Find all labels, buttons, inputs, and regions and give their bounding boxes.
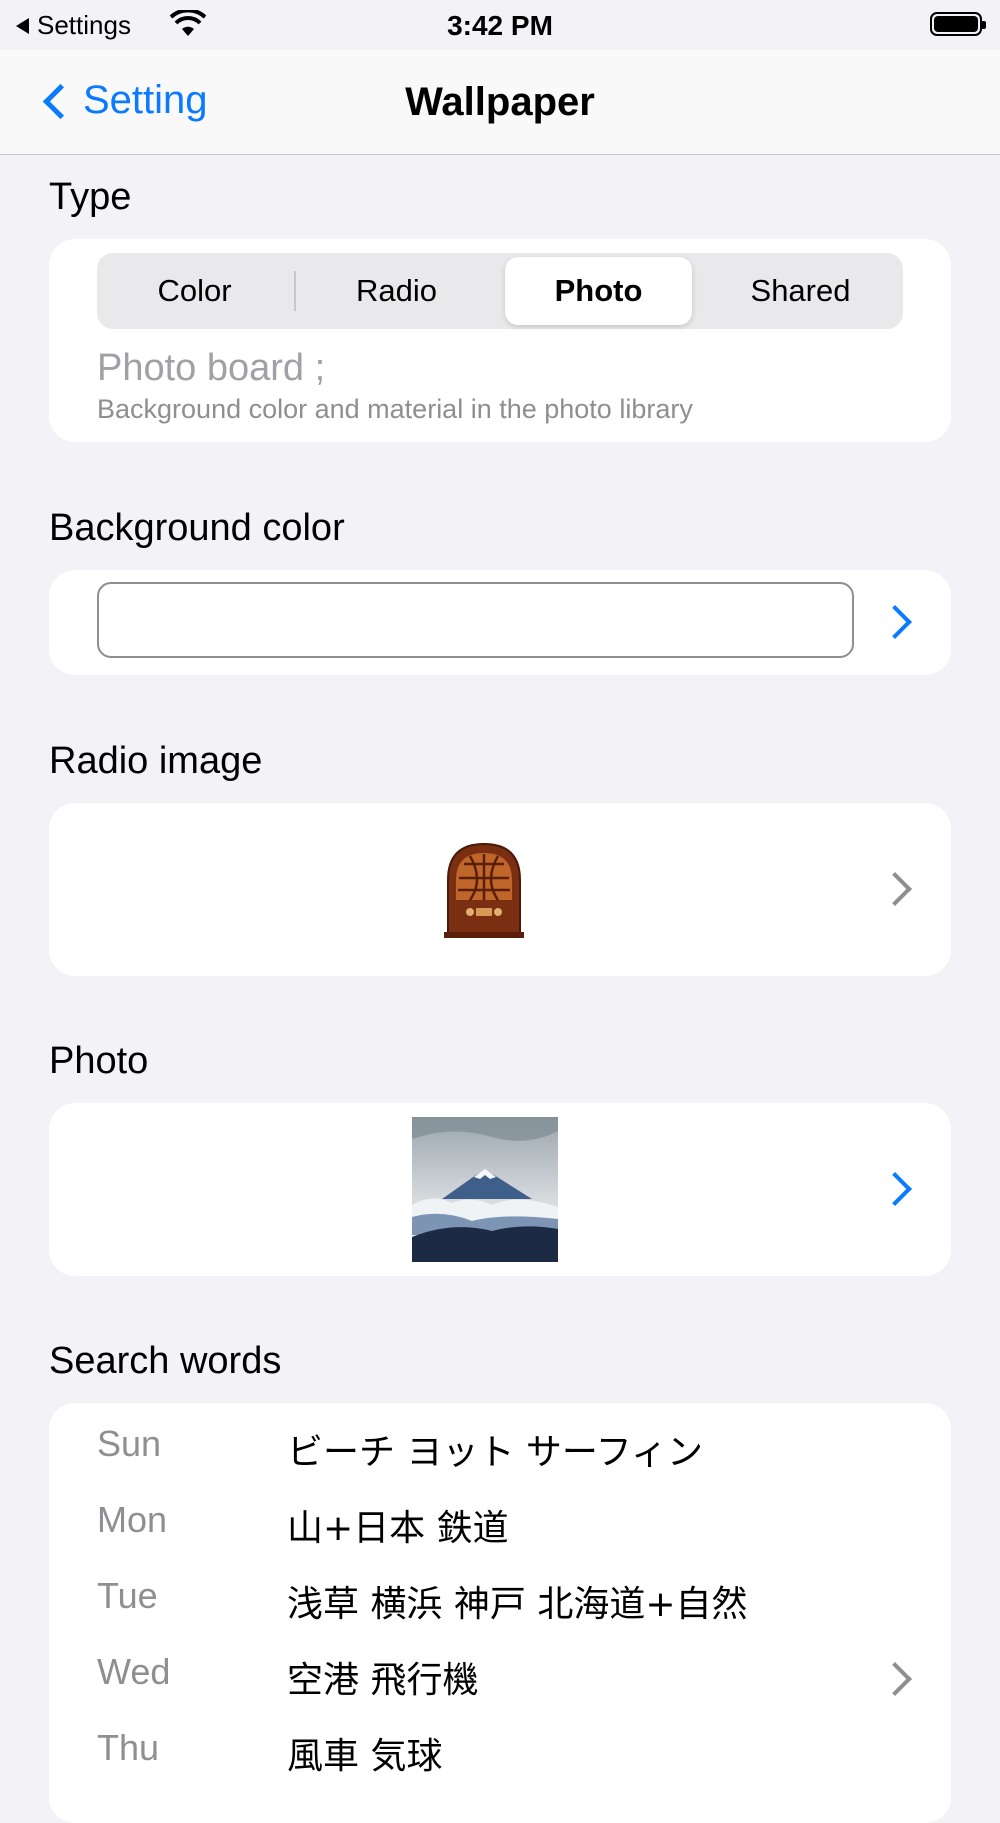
list-item: Thu 風車 気球 bbox=[97, 1727, 917, 1787]
background-color-row[interactable] bbox=[49, 570, 951, 675]
type-card: Color Radio Photo Shared Photo board ; B… bbox=[49, 239, 951, 442]
type-segmented-control: Color Radio Photo Shared bbox=[97, 253, 903, 329]
photo-section-title: Photo bbox=[49, 1040, 149, 1082]
navigation-bar: Setting Wallpaper bbox=[0, 50, 1000, 155]
list-item: Sun ビーチ ヨット サーフィン bbox=[97, 1423, 917, 1483]
search-words-text: 空港 飛行機 bbox=[287, 1660, 479, 1701]
photo-thumbnail bbox=[412, 1117, 558, 1262]
day-label: Tue bbox=[97, 1575, 158, 1616]
type-section-title: Type bbox=[49, 176, 132, 218]
list-item: Wed 空港 飛行機 bbox=[97, 1651, 917, 1711]
type-description-subtitle: Background color and material in the pho… bbox=[97, 394, 693, 424]
search-words-text: ビーチ ヨット サーフィン bbox=[287, 1432, 704, 1473]
chevron-right-icon bbox=[878, 605, 912, 639]
segment-photo[interactable]: Photo bbox=[505, 257, 692, 325]
battery-icon bbox=[930, 12, 986, 36]
day-label: Sun bbox=[97, 1423, 162, 1464]
radio-image-section-title: Radio image bbox=[49, 740, 263, 782]
radio-image-row[interactable] bbox=[49, 803, 951, 976]
search-words-section-title: Search words bbox=[49, 1340, 282, 1382]
page-title: Wallpaper bbox=[405, 80, 595, 124]
chevron-right-icon bbox=[878, 1172, 912, 1206]
type-description-title: Photo board ; bbox=[97, 347, 326, 389]
list-item: Tue 浅草 横浜 神戸 北海道+自然 bbox=[97, 1575, 917, 1635]
radio-thumbnail bbox=[444, 842, 524, 938]
segment-divider bbox=[294, 271, 296, 311]
day-label: Mon bbox=[97, 1499, 168, 1540]
background-color-section-title: Background color bbox=[49, 507, 345, 549]
segment-shared[interactable]: Shared bbox=[707, 257, 894, 325]
day-label: Thu bbox=[97, 1727, 160, 1768]
status-bar: Settings 3:42 PM bbox=[0, 0, 1000, 50]
segment-radio[interactable]: Radio bbox=[303, 257, 490, 325]
photo-row[interactable] bbox=[49, 1103, 951, 1276]
search-words-text: 風車 気球 bbox=[287, 1736, 443, 1777]
status-time: 3:42 PM bbox=[447, 10, 553, 41]
search-words-row[interactable]: Sun ビーチ ヨット サーフィン Mon 山+日本 鉄道 Tue 浅草 横浜 … bbox=[49, 1403, 951, 1823]
chevron-right-icon bbox=[878, 872, 912, 906]
day-label: Wed bbox=[97, 1651, 171, 1692]
segment-color[interactable]: Color bbox=[101, 257, 288, 325]
list-item: Mon 山+日本 鉄道 bbox=[97, 1499, 917, 1559]
background-color-swatch[interactable] bbox=[97, 582, 854, 658]
search-words-text: 浅草 横浜 神戸 北海道+自然 bbox=[287, 1584, 748, 1625]
search-words-text: 山+日本 鉄道 bbox=[287, 1508, 509, 1549]
